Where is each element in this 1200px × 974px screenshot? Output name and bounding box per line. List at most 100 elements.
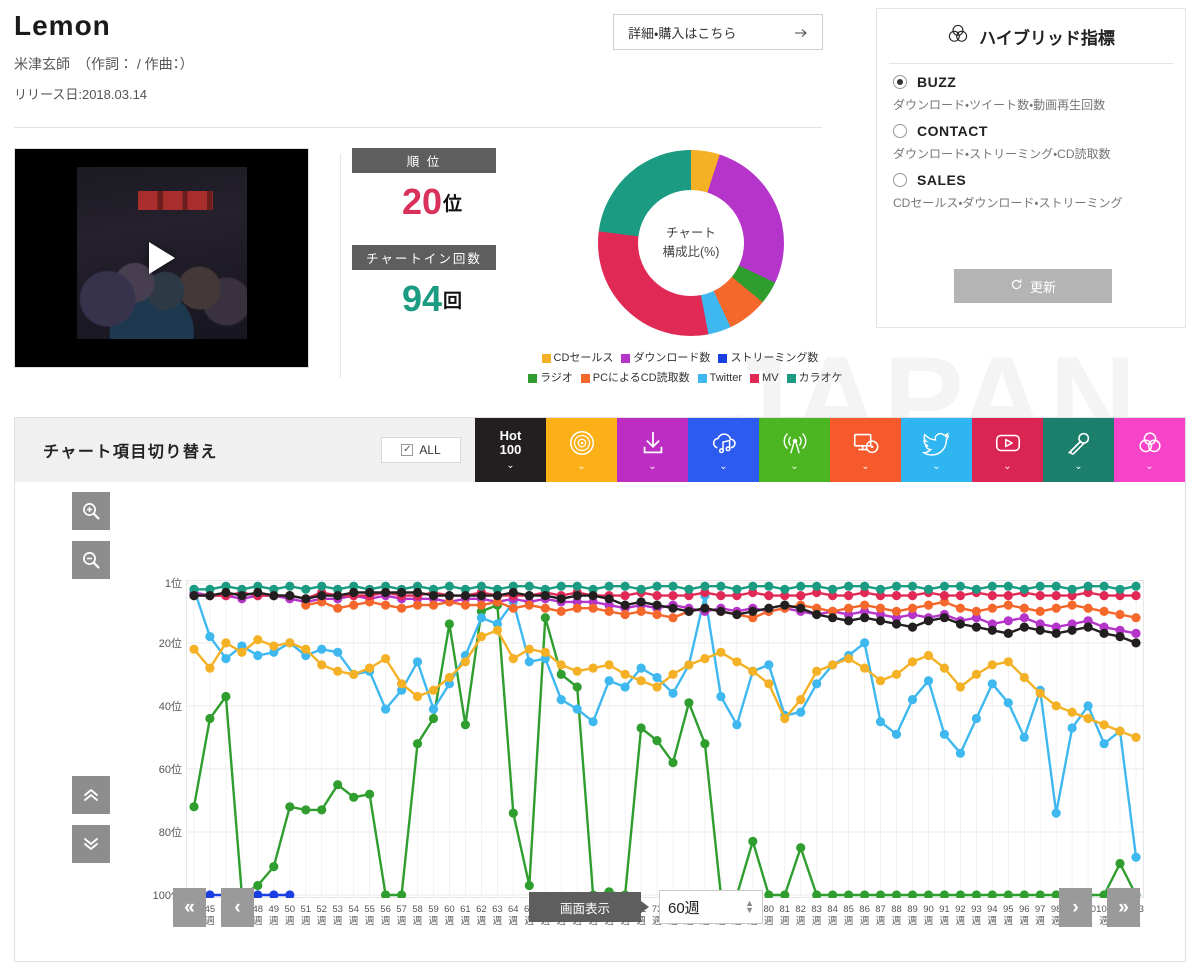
x-tick-week: 87 xyxy=(875,904,886,915)
x-tick-week: 81 xyxy=(779,904,791,915)
rank-line-graph[interactable] xyxy=(186,580,1144,898)
hybrid-option-sales[interactable]: SALES CDセールス・ダウンロード・ストリーミング xyxy=(877,162,1185,211)
donut-legend-item: ラジオ xyxy=(528,370,573,388)
all-toggle[interactable]: ✓ ALL xyxy=(381,437,461,463)
rank-unit: 位 xyxy=(443,193,463,215)
spinner-down-icon[interactable]: ▼ xyxy=(745,906,754,915)
video-thumbnail[interactable] xyxy=(14,148,309,368)
radio-buzz[interactable] xyxy=(893,75,907,89)
x-tick-suffix: 週 xyxy=(412,915,423,927)
next-page-icon: › xyxy=(1072,896,1079,918)
chevron-down-icon[interactable]: ⌄ xyxy=(1145,461,1153,472)
chart-tab-cloud-music[interactable]: ⌄ xyxy=(688,418,759,482)
hybrid-option-contact-label: CONTACT xyxy=(917,123,988,139)
x-tick-suffix: 週 xyxy=(508,915,519,927)
chevron-down-icon[interactable]: ⌄ xyxy=(648,461,656,472)
weeks-spinner[interactable]: ▲ ▼ xyxy=(745,899,754,915)
legend-label: ダウンロード数 xyxy=(633,352,711,364)
hybrid-option-buzz[interactable]: BUZZ ダウンロード・ツイート数・動画再生回数 xyxy=(877,64,1185,113)
x-axis-tick: 58 週 xyxy=(410,904,426,928)
x-axis-tick: 54 週 xyxy=(346,904,362,928)
weeks-stepper[interactable]: 60週 ▲ ▼ xyxy=(659,890,763,924)
radio-sales[interactable] xyxy=(893,173,907,187)
chevron-down-icon[interactable]: ⌄ xyxy=(577,461,585,472)
composition-donut-chart: チャート 構成比(%) CDセールス ダウンロード数 ストリーミング数 ラジオ PCによ… xyxy=(524,148,843,384)
x-tick-week: 53 xyxy=(332,904,343,915)
donut-legend: CDセールス ダウンロード数 ストリーミング数 ラジオ PCによるCD読取数 Twitte… xyxy=(524,350,843,390)
zoom-in-button[interactable] xyxy=(72,492,110,530)
play-icon[interactable] xyxy=(148,242,175,274)
y-axis-tick: 1位 xyxy=(164,578,182,590)
x-axis-tick: 90 週 xyxy=(921,904,937,928)
song-artist: 米津玄師 （作詞： / 作曲：） xyxy=(14,56,194,72)
x-tick-suffix: 週 xyxy=(492,915,503,927)
hybrid-option-buzz-label: BUZZ xyxy=(917,74,957,90)
first-page-button[interactable]: « xyxy=(173,888,206,927)
scroll-down-button[interactable] xyxy=(72,825,110,863)
radio-contact[interactable] xyxy=(893,124,907,138)
refresh-button[interactable]: 更新 xyxy=(954,269,1112,303)
x-tick-week: 95 xyxy=(1003,904,1014,915)
x-tick-week: 45 xyxy=(204,904,216,915)
chevron-down-icon[interactable]: ⌄ xyxy=(790,461,798,472)
donut-subtitle: 構成比(%) xyxy=(662,245,720,259)
x-tick-week: 57 xyxy=(396,904,407,915)
chevron-down-icon[interactable]: ⌄ xyxy=(1074,461,1082,472)
screen-display-button[interactable]: 画面表示 xyxy=(529,892,649,922)
x-tick-week: 91 xyxy=(939,904,950,915)
x-axis-tick: 55 週 xyxy=(362,904,378,928)
x-axis-tick: 92 週 xyxy=(952,904,968,928)
chart-tab-monitor-disc[interactable]: ⌄ xyxy=(830,418,901,482)
chart-tab-youtube[interactable]: ⌄ xyxy=(972,418,1043,482)
chart-tab-download[interactable]: ⌄ xyxy=(617,418,688,482)
donut-ring: チャート 構成比(%) xyxy=(598,150,784,336)
donut-center-label: チャート 構成比(%) xyxy=(638,190,744,296)
x-tick-week: 92 xyxy=(955,904,966,915)
donut-legend-item: ダウンロード数 xyxy=(621,350,710,368)
chart-tab-twitter[interactable]: ⌄ xyxy=(901,418,972,482)
all-checkbox[interactable]: ✓ xyxy=(401,444,414,456)
chart-tab-venn[interactable]: ⌄ xyxy=(1114,418,1185,482)
x-tick-week: 58 xyxy=(412,904,423,915)
chevron-down-icon[interactable]: ⌄ xyxy=(1003,461,1011,472)
chart-tab-vinyl-record[interactable]: ⌄ xyxy=(546,418,617,482)
x-axis-tick: 96 週 xyxy=(1016,904,1032,928)
chevron-down-icon[interactable]: ⌄ xyxy=(719,461,727,472)
legend-label: MV xyxy=(762,371,779,384)
legend-swatch xyxy=(697,374,707,384)
chevron-down-icon[interactable]: ⌄ xyxy=(861,461,869,472)
chevron-down-icon[interactable]: ⌄ xyxy=(932,461,940,472)
legend-swatch xyxy=(718,354,728,364)
x-tick-week: 54 xyxy=(348,904,359,915)
purchase-button[interactable]: 詳細・購入はこちら xyxy=(613,14,823,50)
hybrid-panel-title: ハイブリッド指標 xyxy=(877,9,1185,63)
x-tick-week: 84 xyxy=(827,904,838,915)
x-tick-week: 49 xyxy=(268,904,280,915)
scroll-up-button[interactable] xyxy=(72,776,110,814)
x-tick-week: 59 xyxy=(428,904,439,915)
chart-tab-hot100-text[interactable]: Hot 100 ⌄ xyxy=(475,418,546,482)
next-page-button[interactable]: › xyxy=(1059,888,1092,927)
chevron-down-icon[interactable]: ⌄ xyxy=(506,460,514,471)
x-axis-tick: 87 週 xyxy=(873,904,889,928)
x-tick-suffix: 週 xyxy=(460,915,471,927)
chart-tab-microphone[interactable]: ⌄ xyxy=(1043,418,1114,482)
zoom-out-button[interactable] xyxy=(72,541,110,579)
chartin-unit: 回 xyxy=(443,290,463,312)
x-tick-week: 85 xyxy=(843,904,854,915)
x-tick-suffix: 週 xyxy=(428,915,439,927)
x-axis-tick: 88 週 xyxy=(889,904,905,928)
chart-tab-radio-tower[interactable]: ⌄ xyxy=(759,418,830,482)
hybrid-option-contact[interactable]: CONTACT ダウンロード・ストリーミング・CD読取数 xyxy=(877,113,1185,162)
hybrid-option-sales-label: SALES xyxy=(917,172,967,188)
x-tick-week: 89 xyxy=(907,904,918,915)
x-axis-tick: 64 週 xyxy=(505,904,521,928)
x-axis-tick: 59 週 xyxy=(426,904,442,928)
donut-legend-item: Twitter xyxy=(697,370,742,388)
donut-title: チャート xyxy=(666,226,716,241)
last-page-button[interactable]: » xyxy=(1107,888,1140,927)
prev-page-button[interactable]: ‹ xyxy=(221,888,254,927)
rank-value-row: 20 位 xyxy=(352,173,512,231)
page-root: JAPAN Lemon 米津玄師 （作詞： / 作曲：） リリース日:2018.… xyxy=(0,0,1200,974)
legend-label: CDセールス xyxy=(553,352,614,364)
